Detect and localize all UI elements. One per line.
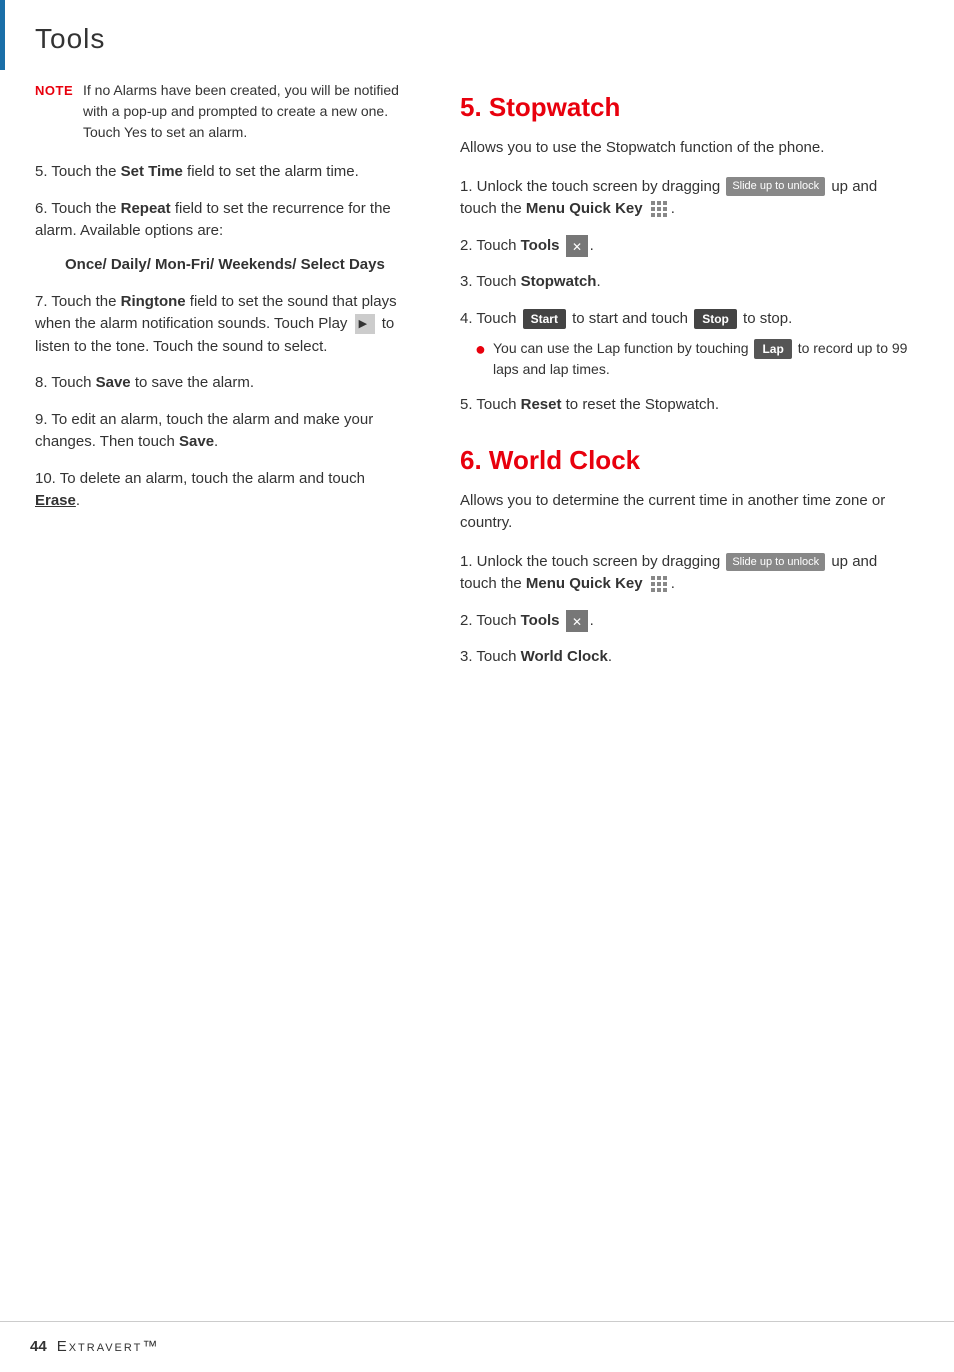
play-icon	[355, 314, 375, 334]
stopwatch-section: 5. Stopwatch Allows you to use the Stopw…	[460, 88, 914, 417]
wc-item-1: 1. Unlock the touch screen by dragging S…	[460, 551, 914, 596]
wc-item-2: 2. Touch Tools ✕ .	[460, 610, 914, 633]
slide-up-badge-wc: Slide up to unlock	[726, 553, 825, 572]
sw-1-bold: Menu Quick Key	[526, 200, 647, 217]
bullet-dot: ●	[475, 336, 493, 363]
item-9-bold: Save	[179, 433, 214, 450]
wc-item-3: 3. Touch World Clock.	[460, 646, 914, 669]
page-title: Tools	[35, 23, 105, 54]
sw-1-period: .	[671, 200, 675, 217]
page-header: Tools	[0, 0, 954, 70]
wc-2-text1: 2. Touch	[460, 612, 521, 629]
right-column: 5. Stopwatch Allows you to use the Stopw…	[430, 80, 934, 1321]
list-item-10: 10. To delete an alarm, touch the alarm …	[35, 468, 410, 513]
list-item-8: 8. Touch Save to save the alarm.	[35, 372, 410, 395]
sw-2-period: .	[590, 237, 594, 254]
page: Tools NOTE If no Alarms have been create…	[0, 0, 954, 1372]
sw-item-3: 3. Touch Stopwatch.	[460, 271, 914, 294]
footer-brand: Extravert™	[57, 1336, 160, 1359]
sw-2-text1: 2. Touch	[460, 237, 521, 254]
world-clock-heading: 6. World Clock	[460, 441, 914, 480]
stopwatch-desc: Allows you to use the Stopwatch function…	[460, 137, 914, 160]
item-5-bold: Set Time	[121, 163, 183, 180]
wc-2-bold: Tools	[521, 612, 564, 629]
sw-2-bold: Tools	[521, 237, 564, 254]
wc-3-bold: World Clock	[521, 648, 608, 665]
list-item-9: 9. To edit an alarm, touch the alarm and…	[35, 409, 410, 454]
sw-4-text1: 4. Touch	[460, 310, 521, 327]
item-7-text1: 7. Touch the	[35, 293, 121, 310]
sw-4-text3: to stop.	[739, 310, 792, 327]
lap-bullet: ● You can use the Lap function by touchi…	[475, 338, 914, 380]
item-5-num: 5. Touch the	[35, 163, 121, 180]
sw-5-bold: Reset	[521, 396, 562, 413]
content-columns: NOTE If no Alarms have been created, you…	[0, 80, 954, 1321]
start-badge: Start	[523, 309, 566, 329]
wc-3-text2: .	[608, 648, 612, 665]
item-8-text2: to save the alarm.	[131, 374, 254, 391]
lap-bullet-text: You can use the Lap function by touching…	[493, 338, 914, 380]
world-clock-desc: Allows you to determine the current time…	[460, 490, 914, 535]
footer-page-number: 44	[30, 1336, 47, 1359]
world-clock-section: 6. World Clock Allows you to determine t…	[460, 441, 914, 669]
tools-icon-sw: ✕	[566, 235, 588, 257]
sw-3-text1: 3. Touch	[460, 273, 521, 290]
sw-item-5: 5. Touch Reset to reset the Stopwatch.	[460, 394, 914, 417]
page-footer: 44 Extravert™	[0, 1321, 954, 1372]
repeat-options-block: Once/ Daily/ Mon-Fri/ Weekends/ Select D…	[65, 253, 410, 277]
list-item-6: 6. Touch the Repeat field to set the rec…	[35, 198, 410, 277]
note-label: NOTE	[35, 80, 83, 101]
left-column: NOTE If no Alarms have been created, you…	[10, 80, 430, 1321]
svg-text:✕: ✕	[572, 240, 582, 254]
svg-text:✕: ✕	[572, 615, 582, 629]
menu-quick-key-icon-sw	[649, 199, 669, 219]
lap-badge: Lap	[754, 339, 791, 359]
sw-5-text1: 5. Touch	[460, 396, 521, 413]
wc-1-bold: Menu Quick Key	[526, 575, 647, 592]
list-item-5: 5. Touch the Set Time field to set the a…	[35, 161, 410, 184]
item-10-text2: .	[76, 492, 80, 509]
item-10-text1: 10. To delete an alarm, touch the alarm …	[35, 470, 365, 487]
wc-1-period: .	[671, 575, 675, 592]
note-text: If no Alarms have been created, you will…	[83, 80, 410, 143]
stopwatch-heading: 5. Stopwatch	[460, 88, 914, 127]
item-6-bold: Repeat	[121, 200, 171, 217]
note-block: NOTE If no Alarms have been created, you…	[35, 80, 410, 143]
sw-3-bold: Stopwatch	[521, 273, 597, 290]
item-6-num: 6. Touch the	[35, 200, 121, 217]
slide-up-badge-sw: Slide up to unlock	[726, 177, 825, 196]
wc-3-text1: 3. Touch	[460, 648, 521, 665]
repeat-options: Once/ Daily/ Mon-Fri/ Weekends/ Select D…	[65, 256, 385, 273]
menu-quick-key-icon-wc	[649, 574, 669, 594]
item-5-text: field to set the alarm time.	[183, 163, 359, 180]
sw-1-text1: 1. Unlock the touch screen by dragging	[460, 178, 724, 195]
tools-icon-wc: ✕	[566, 610, 588, 632]
sw-item-4: 4. Touch Start to start and touch Stop t…	[460, 308, 914, 381]
sw-3-text2: .	[596, 273, 600, 290]
item-9-text2: .	[214, 433, 218, 450]
item-8-text1: 8. Touch	[35, 374, 96, 391]
sw-4-text2: to start and touch	[568, 310, 692, 327]
list-item-7: 7. Touch the Ringtone field to set the s…	[35, 291, 410, 359]
item-8-bold: Save	[96, 374, 131, 391]
sw-5-text2: to reset the Stopwatch.	[561, 396, 719, 413]
sw-item-2: 2. Touch Tools ✕ .	[460, 235, 914, 258]
stop-badge: Stop	[694, 309, 737, 329]
item-7-bold: Ringtone	[121, 293, 186, 310]
wc-1-text1: 1. Unlock the touch screen by dragging	[460, 553, 724, 570]
wc-2-period: .	[590, 612, 594, 629]
item-10-bold: Erase	[35, 492, 76, 509]
sw-item-1: 1. Unlock the touch screen by dragging S…	[460, 176, 914, 221]
